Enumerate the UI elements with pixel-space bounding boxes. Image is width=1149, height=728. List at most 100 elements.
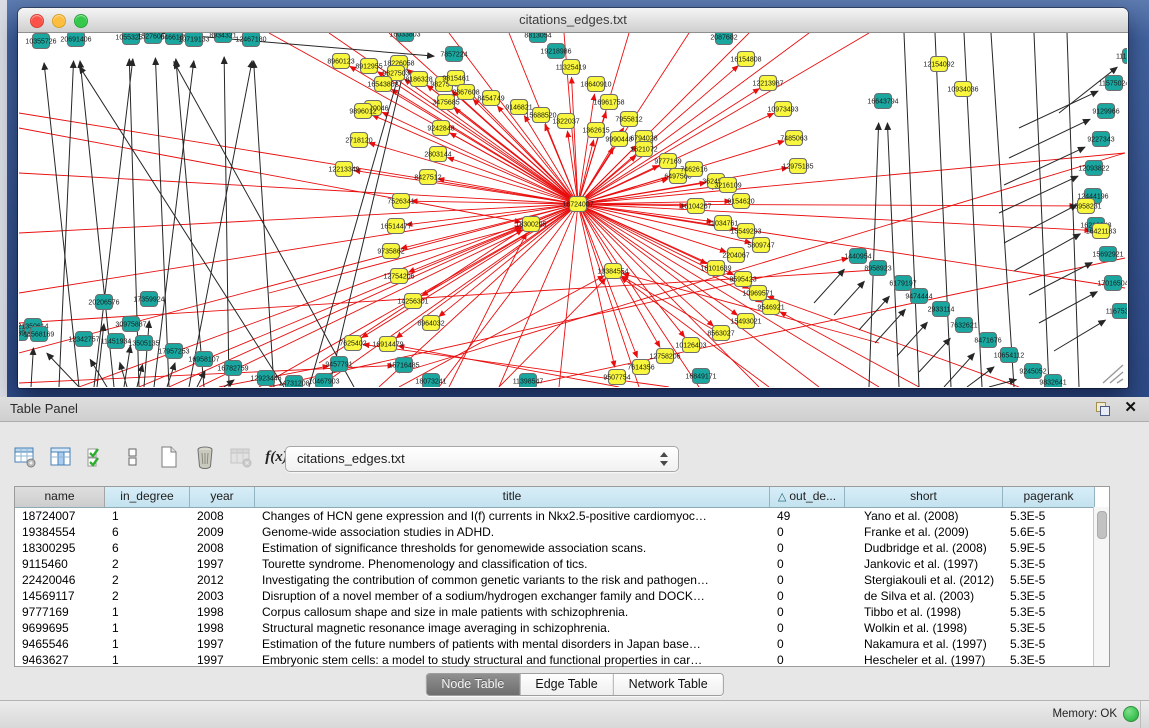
table-row[interactable]: 946554611997Estimation of the future num… bbox=[15, 636, 1109, 652]
column-visibility-icon[interactable] bbox=[48, 445, 73, 470]
window-titlebar[interactable]: citations_edges.txt bbox=[18, 8, 1128, 33]
network-node[interactable]: 12975185 bbox=[782, 159, 813, 174]
float-panel-icon[interactable] bbox=[1095, 401, 1111, 417]
network-node[interactable]: 12758206 bbox=[649, 349, 680, 364]
table-row[interactable]: 977716911998Corpus callosum shape and si… bbox=[15, 604, 1109, 620]
select-rows-icon[interactable] bbox=[84, 445, 109, 470]
network-node[interactable]: 10355726 bbox=[25, 34, 56, 49]
network-node[interactable]: 11325419 bbox=[556, 60, 587, 75]
network-node[interactable]: 1621072 bbox=[630, 142, 657, 157]
network-node[interactable]: 16104267 bbox=[680, 199, 711, 214]
table-row[interactable]: 1872400712008Changes of HCN gene express… bbox=[15, 508, 1109, 524]
network-node[interactable]: 8958923 bbox=[864, 261, 891, 276]
network-node[interactable]: 8563027 bbox=[707, 326, 734, 341]
network-node[interactable]: 12754206 bbox=[383, 269, 414, 284]
network-node[interactable]: 11451934 bbox=[101, 334, 132, 349]
tab-node-table[interactable]: Node Table bbox=[426, 674, 520, 695]
column-header-out_de[interactable]: △out_de... bbox=[770, 487, 845, 507]
network-node[interactable]: 11675344 bbox=[1106, 304, 1127, 319]
column-header-name[interactable]: name bbox=[15, 487, 105, 507]
column-header-in_degree[interactable]: in_degree bbox=[105, 487, 190, 507]
network-node[interactable]: 8960123 bbox=[327, 54, 354, 69]
network-node[interactable]: 20691406 bbox=[60, 33, 91, 47]
network-node[interactable]: 19218986 bbox=[540, 44, 571, 59]
window-resize-grip[interactable] bbox=[1097, 359, 1125, 385]
network-node[interactable]: 12467180 bbox=[235, 33, 266, 47]
network-node[interactable]: 20206576 bbox=[88, 295, 119, 310]
network-node[interactable]: 9245052 bbox=[1019, 364, 1046, 379]
network-node[interactable]: 7857224 bbox=[440, 47, 467, 62]
network-node[interactable]: 16033803 bbox=[389, 33, 420, 42]
tab-network-table[interactable]: Network Table bbox=[614, 674, 723, 695]
column-header-year[interactable]: year bbox=[190, 487, 255, 507]
network-node[interactable]: 10126403 bbox=[675, 338, 706, 353]
network-node[interactable]: 12093822 bbox=[1078, 161, 1109, 176]
network-node[interactable]: 12213987 bbox=[752, 76, 783, 91]
column-header-short[interactable]: short bbox=[845, 487, 1003, 507]
column-header-title[interactable]: title bbox=[255, 487, 770, 507]
network-node[interactable]: 5809747 bbox=[747, 238, 774, 253]
network-node[interactable]: 9227343 bbox=[1087, 132, 1114, 147]
table-options-icon[interactable] bbox=[12, 445, 37, 470]
network-node[interactable]: 16961758 bbox=[593, 95, 624, 110]
network-node[interactable]: 7614356 bbox=[627, 360, 654, 375]
network-node[interactable]: 7955812 bbox=[615, 112, 642, 127]
table-row[interactable]: 2242004622012Investigating the contribut… bbox=[15, 572, 1109, 588]
citation-network-graph[interactable]: 1035572620691406105532571527606364661611… bbox=[19, 33, 1127, 387]
network-node[interactable]: 2204067 bbox=[722, 248, 749, 263]
network-node[interactable]: 1440954 bbox=[844, 249, 871, 264]
table-row[interactable]: 969969511998Structural magnetic resonanc… bbox=[15, 620, 1109, 636]
network-node[interactable]: 7625402 bbox=[339, 336, 366, 351]
scrollbar-thumb[interactable] bbox=[1097, 511, 1107, 539]
network-canvas[interactable]: 1035572620691406105532571527606364661611… bbox=[19, 33, 1127, 387]
network-node[interactable]: 8964032 bbox=[417, 316, 444, 331]
network-node[interactable]: 11398547 bbox=[513, 374, 544, 388]
network-node[interactable]: 8934321 bbox=[209, 33, 236, 43]
network-node[interactable]: 9129966 bbox=[1092, 104, 1119, 119]
network-node[interactable]: 12923446 bbox=[250, 371, 281, 386]
table-row[interactable]: 1456911722003Disruption of a novel membe… bbox=[15, 588, 1109, 604]
network-node[interactable]: 30975887 bbox=[115, 317, 146, 332]
close-window-icon[interactable] bbox=[30, 14, 44, 28]
network-node[interactable]: 11120654 bbox=[1116, 49, 1127, 64]
close-panel-icon[interactable]: ✕ bbox=[1124, 400, 1137, 416]
network-node[interactable]: 1362615 bbox=[582, 123, 609, 138]
table-row[interactable]: 911546021997Tourette syndrome. Phenomeno… bbox=[15, 556, 1109, 572]
network-node[interactable]: 8813054 bbox=[524, 33, 551, 43]
table-select-dropdown[interactable]: citations_edges.txt bbox=[285, 446, 679, 472]
network-node[interactable]: 2933114 bbox=[928, 302, 955, 317]
row-layout-icon[interactable] bbox=[120, 445, 145, 470]
new-table-icon[interactable] bbox=[156, 445, 181, 470]
network-node[interactable]: 15493021 bbox=[730, 314, 761, 329]
tab-edge-table[interactable]: Edge Table bbox=[520, 674, 613, 695]
network-node[interactable]: 12154092 bbox=[923, 57, 954, 72]
network-node[interactable]: 2803144 bbox=[424, 147, 451, 162]
minimize-window-icon[interactable] bbox=[52, 14, 66, 28]
network-node[interactable]: 7485063 bbox=[780, 131, 807, 146]
network-node[interactable]: 10654112 bbox=[994, 348, 1025, 363]
network-node[interactable]: 18640910 bbox=[580, 77, 611, 92]
table-row[interactable]: 946362711997Embryonic stem cells: a mode… bbox=[15, 652, 1109, 668]
network-node[interactable]: 7632621 bbox=[950, 318, 977, 333]
zoom-window-icon[interactable] bbox=[74, 14, 88, 28]
network-node[interactable]: 17359924 bbox=[133, 292, 164, 307]
network-node[interactable]: 14256301 bbox=[397, 294, 428, 309]
table-row[interactable]: 1830029562008Estimation of significance … bbox=[15, 540, 1109, 556]
network-node[interactable]: 8595423 bbox=[729, 272, 756, 287]
network-node[interactable]: 16154808 bbox=[730, 52, 761, 67]
network-node[interactable]: 14731208 bbox=[278, 376, 309, 388]
column-header-pagerank[interactable]: pagerank bbox=[1003, 487, 1095, 507]
network-node[interactable]: 8427512 bbox=[414, 170, 441, 185]
network-node[interactable]: 16643794 bbox=[867, 94, 898, 109]
network-node[interactable]: 9154620 bbox=[727, 194, 754, 209]
memory-status[interactable]: Memory: OK bbox=[1052, 706, 1139, 722]
network-node[interactable]: 17016504 bbox=[1097, 276, 1127, 291]
delete-table-icon[interactable] bbox=[192, 445, 217, 470]
network-node[interactable]: 9507754 bbox=[603, 370, 630, 385]
table-scrollbar[interactable] bbox=[1093, 507, 1109, 666]
network-node[interactable]: 2718120 bbox=[345, 133, 372, 148]
network-node[interactable]: 9832641 bbox=[1039, 375, 1066, 388]
network-node[interactable]: 8471676 bbox=[974, 333, 1001, 348]
network-node[interactable]: 10934036 bbox=[947, 82, 978, 97]
network-node[interactable]: 13505135 bbox=[128, 336, 159, 351]
